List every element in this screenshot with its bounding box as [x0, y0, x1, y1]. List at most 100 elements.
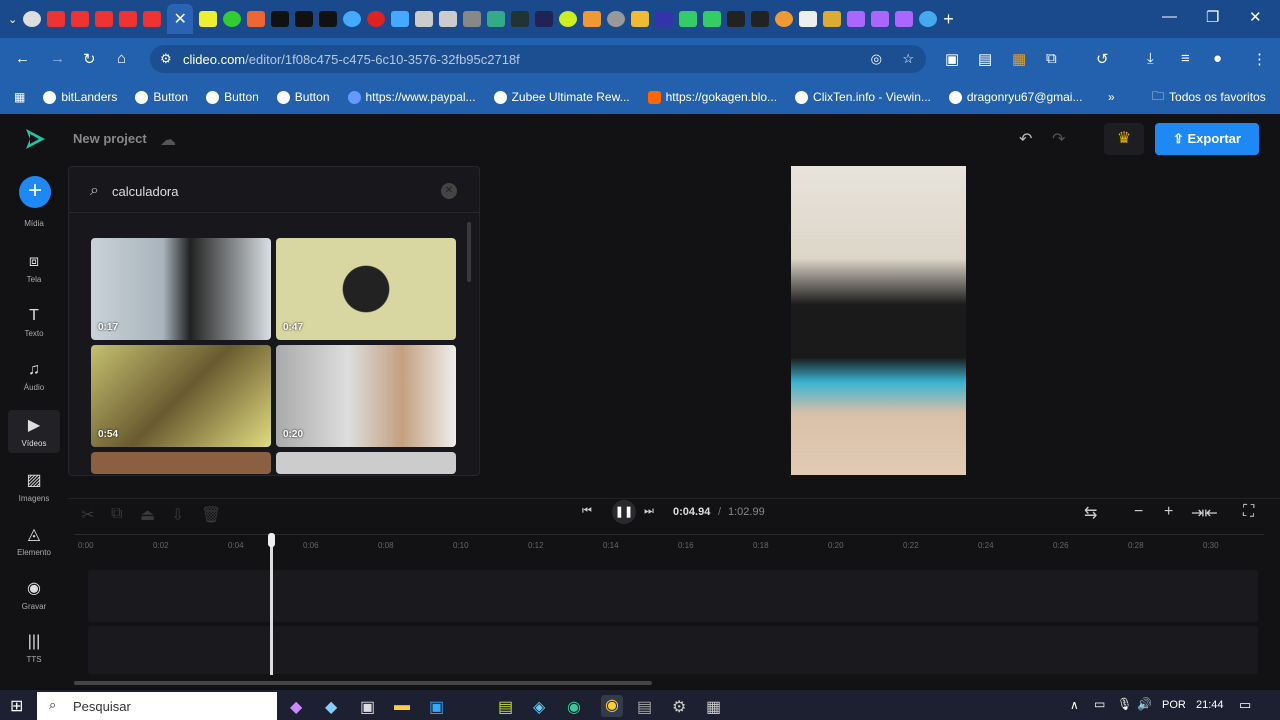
tab-list-icon[interactable]: ⌄ [8, 13, 17, 26]
tab-icon[interactable] [199, 11, 218, 27]
notepad-icon[interactable]: ▤ [498, 697, 513, 717]
timeline-track[interactable] [88, 570, 1258, 622]
rail-item-tts[interactable]: ||| TTS [0, 633, 68, 664]
tab-icon[interactable] [607, 11, 626, 27]
bookmark-star-icon[interactable]: ☆ [902, 51, 914, 67]
panel-scrollbar[interactable] [467, 222, 471, 282]
skip-end-icon[interactable]: ⏭ [644, 505, 654, 518]
rail-item-record[interactable]: ◉ Gravar [0, 578, 68, 611]
extensions-puzzle-icon[interactable]: ⧉ [1046, 50, 1057, 67]
tab-icon[interactable] [775, 11, 794, 27]
delete-icon[interactable]: 🗑 [201, 505, 221, 525]
notifications-icon[interactable]: ▭ [1239, 697, 1251, 713]
bookmark[interactable]: bitLanders [43, 90, 117, 104]
tab-icon[interactable] [415, 11, 434, 27]
youtube-tab-icon[interactable] [71, 11, 90, 27]
tab-icon[interactable] [247, 11, 266, 27]
video-result[interactable]: 0:47 [276, 238, 456, 340]
video-result[interactable]: 0:17 [91, 238, 271, 340]
bookmark[interactable]: Button [135, 90, 188, 104]
rail-item-images[interactable]: ▨ Imagens [0, 470, 68, 503]
tab-icon[interactable] [679, 11, 698, 27]
cut-icon[interactable]: ✂ [81, 505, 94, 525]
move-down-icon[interactable]: ⇩ [171, 505, 184, 525]
bookmark[interactable]: https://gokagen.blo... [647, 90, 777, 104]
fit-timeline-icon[interactable]: ⇥⇤ [1191, 503, 1218, 523]
rail-item-videos[interactable]: ▶ Vídeos [8, 410, 60, 453]
video-result[interactable]: 0:54 [91, 345, 271, 447]
zoom-out-icon[interactable]: − [1134, 503, 1143, 521]
zoom-in-icon[interactable]: + [1164, 503, 1173, 521]
reload-icon[interactable]: ↻ [83, 50, 96, 68]
back-icon[interactable]: ← [15, 50, 30, 67]
store-icon[interactable]: ▣ [360, 697, 375, 717]
add-media-button[interactable]: + [19, 176, 51, 208]
file-explorer-icon[interactable]: ▬ [394, 697, 410, 715]
video-preview[interactable] [791, 166, 966, 475]
tray-overflow-icon[interactable]: ∧ [1070, 698, 1079, 712]
tab-icon[interactable] [919, 11, 938, 27]
tab-icon[interactable] [23, 11, 42, 27]
tab-icon[interactable] [655, 11, 674, 27]
apps-icon[interactable]: ▦ [14, 90, 25, 104]
video-result[interactable] [91, 452, 271, 474]
more-bookmarks-icon[interactable]: » [1108, 90, 1115, 104]
close-window-button[interactable]: ✕ [1249, 8, 1262, 26]
tab-icon[interactable] [535, 11, 554, 27]
skip-start-icon[interactable]: ⏮ [582, 505, 592, 518]
clock[interactable]: 21:44 [1196, 699, 1224, 711]
start-icon[interactable]: ⊞ [10, 696, 23, 716]
clear-search-icon[interactable]: ✕ [441, 183, 457, 199]
extension-icon[interactable]: ▣ [945, 50, 959, 68]
search-input[interactable]: calculadora [112, 184, 432, 199]
playhead-handle[interactable] [268, 533, 275, 547]
copilot-icon[interactable]: ◆ [290, 697, 302, 717]
tiktok-tab-icon[interactable] [295, 11, 314, 27]
tab-icon[interactable] [487, 11, 506, 27]
home-icon[interactable]: ⌂ [117, 50, 126, 67]
eye-off-icon[interactable]: ◎ [871, 51, 882, 67]
rail-item-canvas[interactable]: ⧈ Tela [0, 253, 68, 284]
tab-icon[interactable] [631, 11, 650, 27]
history-icon[interactable]: ↺ [1096, 50, 1109, 68]
project-name[interactable]: New project [73, 131, 147, 146]
export-button[interactable]: ⇪ Exportar [1155, 123, 1259, 155]
tab-icon[interactable] [223, 11, 242, 27]
rail-item-audio[interactable]: ♫ Áudio [0, 361, 68, 392]
play-pause-button[interactable]: ❚❚ [612, 500, 636, 524]
bookmark[interactable]: Zubee Ultimate Rew... [493, 90, 630, 104]
tab-icon[interactable] [703, 11, 722, 27]
tab-icon[interactable] [463, 11, 482, 27]
playhead[interactable] [270, 535, 273, 675]
rail-item-media[interactable]: Mídia [0, 219, 68, 228]
forward-icon[interactable]: → [50, 50, 65, 67]
fullscreen-icon[interactable]: ⛶ [1243, 503, 1254, 521]
tab-icon[interactable] [895, 11, 914, 27]
undo-icon[interactable]: ↶ [1019, 129, 1032, 149]
tab-icon[interactable] [343, 11, 362, 27]
youtube-tab-icon[interactable] [47, 11, 66, 27]
tab-icon[interactable] [583, 11, 602, 27]
all-bookmarks-folder[interactable]: 🗀 Todos os favoritos [1152, 87, 1266, 108]
reading-list-icon[interactable]: ≡ [1181, 50, 1190, 67]
tab-icon[interactable] [847, 11, 866, 27]
address-bar[interactable]: ⚙ clideo.com/editor/1f08c475-c475-6c10-3… [150, 45, 926, 73]
tiktok-tab-icon[interactable] [319, 11, 338, 27]
rail-item-elements[interactable]: ◬ Elemento [0, 524, 68, 557]
taskbar-app-icon[interactable]: ▤ [637, 697, 652, 717]
restore-button[interactable]: ❐ [1206, 8, 1219, 26]
tab-icon[interactable] [799, 11, 818, 27]
tab-icon[interactable] [727, 11, 746, 27]
translate-icon[interactable]: ▤ [978, 50, 992, 68]
volume-icon[interactable]: 🔊 [1137, 697, 1152, 711]
edge-icon[interactable]: ◉ [567, 697, 581, 717]
duplicate-icon[interactable]: ⧉ [111, 505, 122, 523]
tab-icon[interactable] [511, 11, 530, 27]
bookmark[interactable]: Button [206, 90, 259, 104]
site-settings-icon[interactable]: ⚙ [160, 51, 172, 67]
bookmark[interactable]: https://www.paypal... [347, 90, 476, 104]
taskbar-app-icon[interactable]: ⚙ [672, 697, 686, 717]
tab-icon[interactable] [823, 11, 842, 27]
tab-icon[interactable] [367, 11, 386, 27]
tab-icon[interactable] [439, 11, 458, 27]
